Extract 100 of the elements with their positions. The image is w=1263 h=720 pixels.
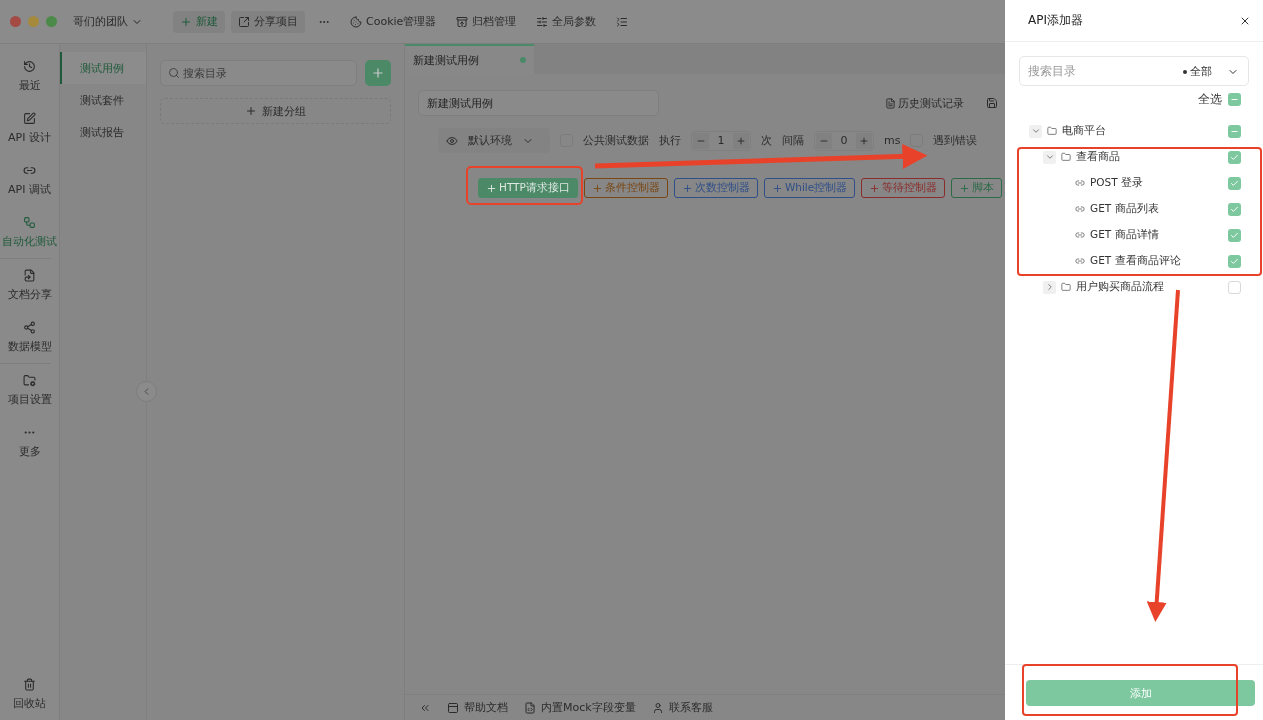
search-field[interactable]: 搜索目录 — [160, 60, 357, 86]
nav-item[interactable]: 数据模型 — [0, 311, 59, 363]
folder-icon — [1061, 282, 1071, 292]
endpoint-name[interactable]: GET 查看商品评论 — [1090, 254, 1223, 268]
nav-item[interactable]: 更多 — [0, 416, 59, 468]
nodes-icon — [23, 320, 36, 334]
checkbox[interactable] — [1228, 254, 1241, 268]
plus-icon — [859, 135, 869, 146]
cookie-icon — [350, 15, 362, 28]
controller-button[interactable]: 条件控制器 — [583, 178, 668, 198]
plus-icon — [371, 66, 385, 80]
plus-icon — [591, 182, 603, 194]
subnav-item[interactable]: 测试套件 — [60, 84, 146, 116]
controller-button[interactable]: While控制器 — [763, 178, 856, 198]
unit-label: 次 — [761, 133, 772, 148]
search-icon — [168, 67, 180, 79]
plus-icon — [180, 15, 192, 28]
minus-button[interactable] — [693, 132, 709, 149]
history-icon — [23, 59, 36, 73]
drawer-title: API添加器 — [1028, 12, 1083, 29]
status-link[interactable]: 内置Mock字段变量 — [524, 700, 636, 715]
plus-icon — [771, 182, 783, 194]
folder-name[interactable]: 查看商品 — [1076, 150, 1223, 164]
stepper-value: 1 — [716, 134, 726, 147]
document-icon — [23, 268, 36, 282]
plus-icon — [486, 182, 497, 194]
nav-item[interactable]: 最近 — [0, 50, 59, 102]
tab[interactable]: 新建测试用例 — [405, 44, 534, 74]
nav-item[interactable]: 回收站 — [0, 668, 59, 720]
check-icon — [1230, 152, 1239, 162]
link-icon — [1075, 204, 1085, 214]
add-button[interactable] — [365, 60, 391, 86]
toolbar-button[interactable]: 全局参数 — [529, 10, 604, 33]
check-icon — [1230, 178, 1239, 188]
user-icon — [651, 701, 664, 714]
zoom-light[interactable] — [46, 16, 57, 27]
status-link[interactable]: 帮助文档 — [447, 700, 508, 715]
window-icon — [447, 701, 459, 714]
expand-toggle[interactable] — [1029, 124, 1042, 138]
save-icon — [986, 97, 998, 109]
plus-icon — [959, 182, 971, 194]
nav-item[interactable]: 自动化测试 — [0, 206, 59, 258]
eye-icon — [446, 134, 458, 147]
status-link[interactable]: 联系客服 — [651, 700, 713, 715]
nav-item[interactable]: API 设计 — [0, 102, 59, 154]
team-switcher[interactable]: 哥们的团队 — [73, 14, 143, 29]
expand-toggle[interactable] — [1043, 150, 1056, 164]
flow-icon — [23, 215, 36, 229]
link-icon — [1075, 256, 1085, 266]
checkbox[interactable] — [1228, 176, 1241, 190]
unit-label: ms — [884, 134, 901, 147]
select-all-label: 全选 — [1198, 90, 1222, 108]
minus-button[interactable] — [816, 132, 832, 149]
check-icon — [1230, 230, 1239, 240]
trash-icon — [23, 677, 36, 691]
checkbox-label: 公共测试数据 — [583, 133, 649, 148]
minimize-light[interactable] — [28, 16, 39, 27]
toolbar-button[interactable]: 分享项目 — [231, 10, 305, 33]
controller-button[interactable]: HTTP请求接口 — [478, 178, 578, 198]
folder-name[interactable]: 电商平台 — [1062, 124, 1223, 138]
plus-icon — [681, 182, 693, 194]
endpoint-name[interactable]: GET 商品列表 — [1090, 202, 1223, 216]
collapse-icon — [616, 15, 629, 28]
checkbox[interactable] — [1228, 150, 1241, 164]
checkbox[interactable] — [910, 134, 924, 147]
name-field[interactable]: 新建测试用例 — [418, 90, 659, 116]
checkbox[interactable] — [1228, 228, 1241, 242]
environment-select[interactable]: 默认环境 — [438, 128, 550, 153]
archive-icon — [456, 15, 469, 28]
share-icon — [238, 15, 250, 28]
plus-button[interactable] — [856, 132, 872, 149]
history-link[interactable]: 历史测试记录 — [885, 95, 964, 111]
folder-name[interactable]: 用户购买商品流程 — [1076, 280, 1223, 294]
check-icon — [1230, 256, 1239, 266]
endpoint-name[interactable]: POST 登录 — [1090, 176, 1223, 190]
chevron-down-icon — [1030, 126, 1041, 136]
toolbar-button[interactable]: 新建 — [173, 10, 225, 33]
filter-select[interactable]: 全部 — [1183, 64, 1239, 79]
check-icon — [1230, 204, 1239, 214]
close-light[interactable] — [10, 16, 21, 27]
controller-button[interactable]: 等待控制器 — [861, 178, 946, 198]
nav-item[interactable]: 文档分享 — [0, 259, 59, 311]
expand-toggle[interactable] — [1043, 280, 1056, 294]
repeat-stepper[interactable]: 1 — [691, 130, 751, 151]
new-group-button[interactable]: 新建分组 — [160, 98, 391, 124]
toolbar-button[interactable]: Cookie管理器 — [343, 10, 444, 33]
document-icon — [885, 97, 896, 109]
subnav-item[interactable]: 测试报告 — [60, 116, 146, 148]
toolbar-button[interactable]: 归档管理 — [449, 10, 524, 33]
endpoint-name[interactable]: GET 商品详情 — [1090, 228, 1223, 242]
plus-button[interactable] — [733, 132, 749, 149]
checkbox[interactable] — [1228, 202, 1241, 216]
controller-button[interactable]: 次数控制器 — [673, 178, 758, 198]
nav-item[interactable]: 项目设置 — [0, 364, 59, 416]
plus-icon — [736, 135, 746, 146]
edit-icon — [23, 111, 36, 125]
subnav-item[interactable]: 测试用例 — [60, 52, 146, 84]
nav-item[interactable]: API 调试 — [0, 154, 59, 206]
plus-icon — [245, 105, 257, 117]
interval-stepper[interactable]: 0 — [814, 130, 874, 151]
